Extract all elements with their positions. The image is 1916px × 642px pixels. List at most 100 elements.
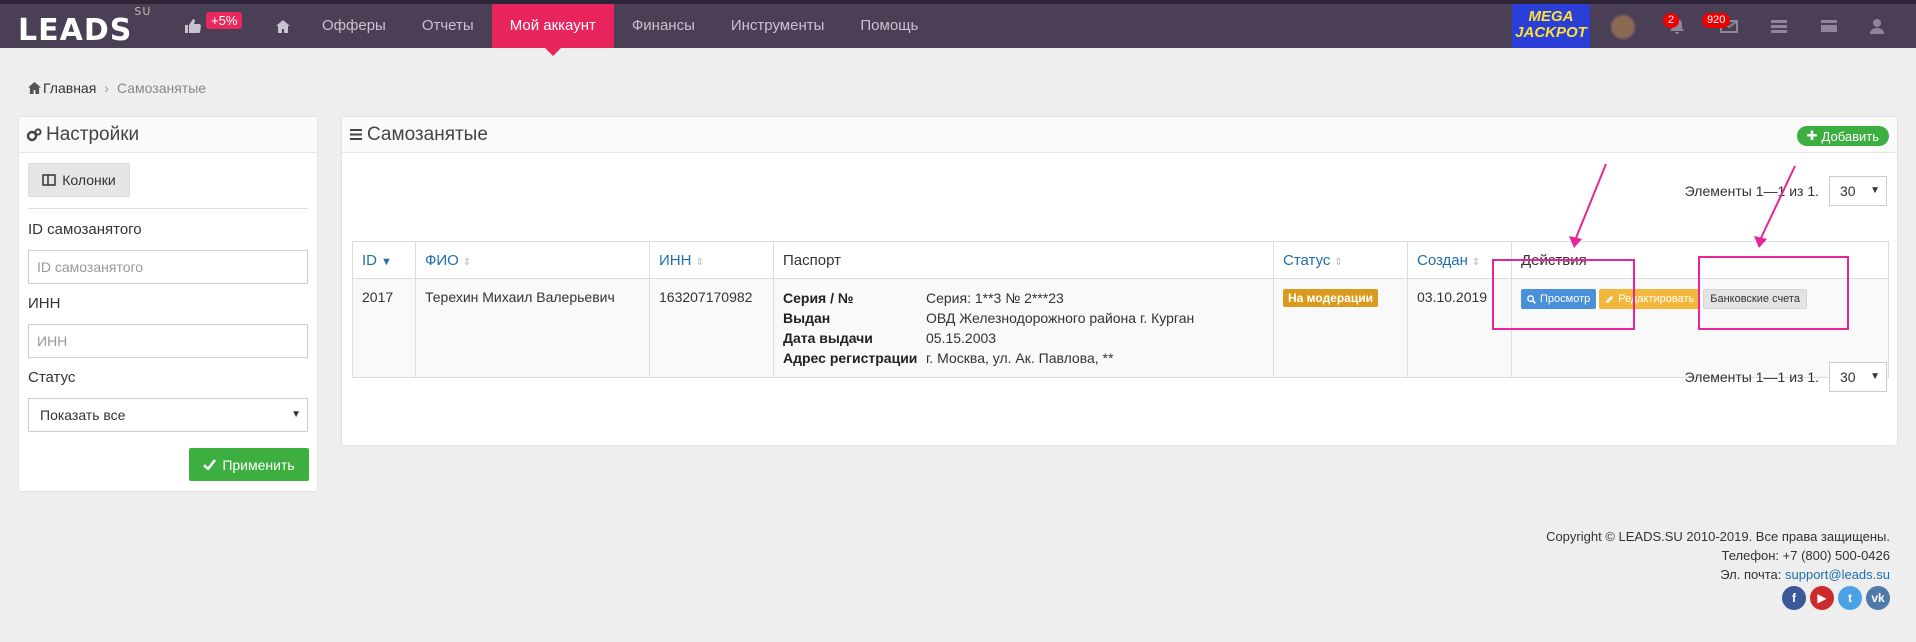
cell-status: На модерации (1273, 278, 1408, 378)
page-title: Самозанятые (367, 123, 488, 145)
sort-icon: ⇕ (1334, 256, 1343, 268)
arrow-annotation (1569, 163, 1607, 248)
nav-my-account[interactable]: Мой аккаунт (491, 4, 614, 56)
facebook-icon[interactable]: f (1782, 586, 1806, 610)
chevron-down-icon: ▼ (1870, 185, 1880, 196)
phone-text: Телефон: +7 (800) 500-0426 (1721, 548, 1891, 563)
settings-header: Настройки (19, 117, 317, 153)
check-icon (203, 459, 217, 470)
apply-button[interactable]: Применить (189, 448, 309, 481)
breadcrumb-home[interactable]: Главная (43, 80, 96, 96)
cell-id: 2017 (352, 278, 416, 378)
passport-address-value: г. Москва, ул. Ак. Павлова, ** (926, 350, 1114, 366)
social-links: f ▶ t vk (1546, 586, 1890, 610)
status-label: Статус (28, 369, 76, 386)
self-employed-panel: Самозанятые ✚ Добавить Элементы 1—1 из 1… (341, 116, 1898, 446)
add-button-label: Добавить (1821, 128, 1879, 144)
messages-badge: 920 (1702, 13, 1731, 28)
vk-icon[interactable]: vk (1866, 586, 1890, 610)
passport-address-label: Адрес регистрации (783, 350, 918, 366)
sort-icon: ⇕ (695, 256, 704, 268)
sort-icon: ⇕ (462, 256, 472, 268)
passport-date-value: 05.15.2003 (926, 330, 997, 346)
chevron-down-icon: ▼ (1870, 371, 1880, 382)
pager-summary: Элементы 1—1 из 1. (1684, 369, 1819, 385)
page-size-value: 30 (1840, 369, 1856, 385)
id-input[interactable]: ID самозанятого (28, 250, 308, 284)
passport-details: Серия / № Серия: 1**3 № 2***23 Выдан ОВД… (783, 289, 1264, 367)
arrow-annotation (1754, 165, 1796, 248)
nav-home[interactable] (262, 4, 304, 48)
passport-series-label: Серия / № (783, 290, 854, 306)
table-row: 2017 Терехин Михаил Валерьевич 163207170… (352, 278, 1889, 378)
top-navbar: LEADSSU +5% Офферы Отчеты Мой аккаунт Фи… (0, 0, 1916, 56)
email-link[interactable]: support@leads.su (1785, 567, 1890, 582)
pager-bottom: Элементы 1—1 из 1. 30 ▼ (1685, 362, 1887, 392)
passport-issued-label: Выдан (783, 310, 831, 326)
main-nav: Офферы Отчеты Мой аккаунт Финансы Инстру… (262, 4, 936, 56)
columns-icon (42, 174, 57, 186)
col-inn[interactable]: ИНН ⇕ (649, 241, 774, 279)
mega-jackpot-banner[interactable]: MEGA JACKPOT (1512, 4, 1590, 48)
nav-reports[interactable]: Отчеты (404, 4, 492, 48)
nav-offers[interactable]: Офферы (304, 4, 404, 48)
col-fio[interactable]: ФИО ⇕ (415, 241, 650, 279)
footer: Copyright © LEADS.SU 2010-2019. Все прав… (1546, 527, 1890, 610)
user-icon[interactable] (1868, 18, 1886, 34)
plus-icon: ✚ (1806, 128, 1818, 143)
settings-title: Настройки (46, 123, 140, 145)
page-size-select[interactable]: 30 ▼ (1829, 362, 1887, 392)
breadcrumb-current: Самозанятые (116, 80, 207, 96)
breadcrumb-separator: › (104, 80, 109, 96)
self-employed-header: Самозанятые (342, 117, 1897, 153)
add-button[interactable]: ✚ Добавить (1796, 126, 1889, 146)
sort-icon: ⇕ (1471, 256, 1481, 268)
bars-icon (350, 129, 362, 140)
page-size-select[interactable]: 30 ▼ (1829, 176, 1887, 206)
col-status[interactable]: Статус ⇕ (1273, 241, 1408, 279)
copyright-text: Copyright © LEADS.SU 2010-2019. Все прав… (1546, 529, 1890, 544)
highlight-box (1698, 256, 1849, 330)
nav-help[interactable]: Помощь (842, 4, 936, 48)
thumbs-up-icon[interactable] (184, 18, 202, 34)
passport-date-label: Дата выдачи (783, 330, 873, 346)
status-select-value: Показать все (40, 407, 126, 423)
inn-label: ИНН (28, 295, 61, 312)
nav-finance[interactable]: Финансы (614, 4, 713, 48)
id-label: ID самозанятого (28, 221, 142, 238)
avatar[interactable] (1610, 14, 1636, 40)
home-icon (28, 82, 41, 94)
youtube-icon[interactable]: ▶ (1810, 586, 1834, 610)
cell-inn: 163207170982 (649, 278, 774, 378)
status-badge: На модерации (1283, 289, 1378, 307)
columns-button[interactable]: Колонки (28, 163, 130, 197)
promo-badge[interactable]: +5% (206, 12, 243, 29)
email-label: Эл. почта: (1720, 567, 1782, 582)
gears-icon (27, 127, 42, 141)
cell-fio: Терехин Михаил Валерьевич (415, 278, 650, 378)
nav-tools[interactable]: Инструменты (713, 4, 843, 48)
passport-series-value: Серия: 1**3 № 2***23 (926, 290, 1064, 306)
apply-button-label: Применить (222, 456, 295, 473)
col-id[interactable]: ID ▼ (352, 241, 416, 279)
page-size-value: 30 (1840, 183, 1856, 199)
sort-desc-icon: ▼ (381, 255, 392, 268)
inn-input[interactable]: ИНН (28, 324, 308, 358)
settings-panel: Настройки Колонки ID самозанятого ID сам… (18, 116, 318, 492)
columns-button-label: Колонки (62, 172, 116, 188)
table-header-row: ID ▼ ФИО ⇕ ИНН ⇕ Паспорт Статус ⇕ Создан ⇕ Де… (352, 241, 1889, 279)
credit-card-icon[interactable] (1820, 18, 1838, 34)
leads-logo[interactable]: LEADSSU (18, 5, 151, 48)
cell-passport: Серия / № Серия: 1**3 № 2***23 Выдан ОВД… (773, 278, 1274, 378)
twitter-icon[interactable]: t (1838, 586, 1862, 610)
col-passport: Паспорт (773, 241, 1274, 279)
divider (28, 208, 308, 209)
home-icon (276, 19, 290, 33)
list-icon[interactable] (1770, 18, 1788, 34)
chevron-down-icon: ▼ (291, 409, 301, 420)
highlight-box (1492, 259, 1635, 330)
status-select[interactable]: Показать все ▼ (28, 398, 308, 432)
notifications-badge: 2 (1663, 13, 1680, 28)
breadcrumb: Главная › Самозанятые (28, 80, 206, 96)
email-line: Эл. почта: support@leads.su (1546, 565, 1890, 584)
